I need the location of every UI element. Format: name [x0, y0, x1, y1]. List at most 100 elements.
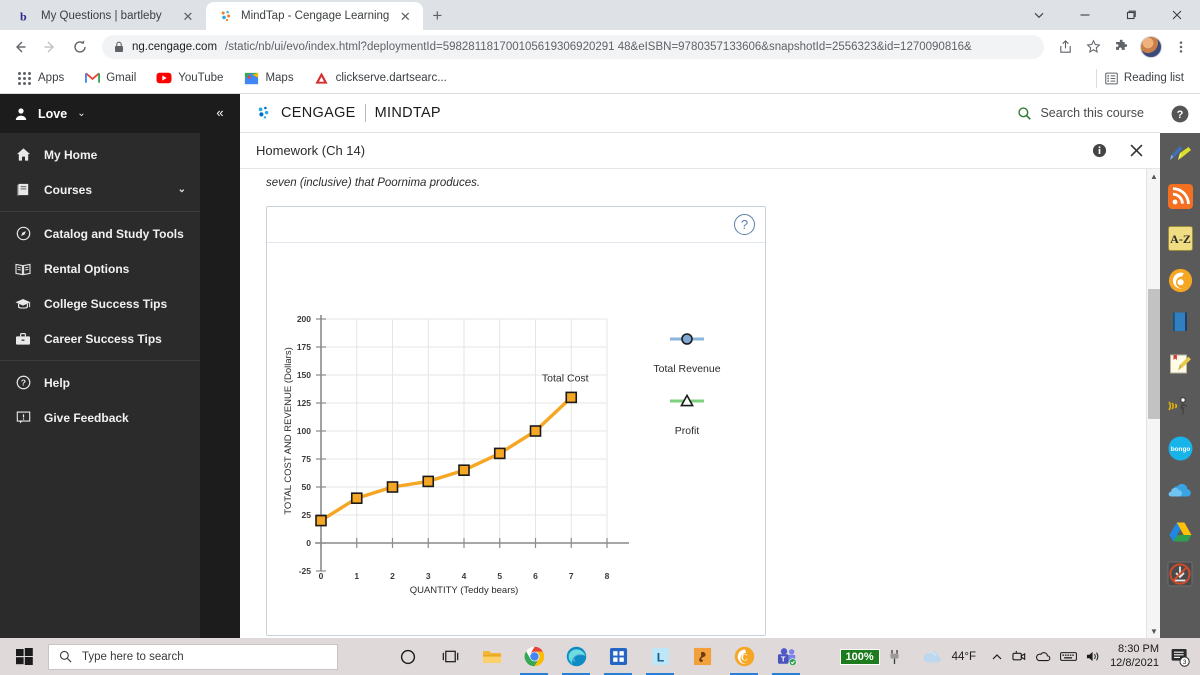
- bookmark-apps[interactable]: Apps: [8, 67, 72, 89]
- help-icon[interactable]: ?: [734, 214, 755, 235]
- bookmark-star-icon[interactable]: [1080, 34, 1106, 60]
- search-input[interactable]: Type here to search: [48, 643, 338, 670]
- bookmark-clickserve[interactable]: clickserve.dartsearc...: [306, 67, 455, 89]
- notepad-pencil-icon[interactable]: [1160, 343, 1200, 385]
- sidebar-item-courses[interactable]: Courses ⌄: [0, 172, 200, 207]
- clock-date: 12/8/2021: [1110, 656, 1159, 669]
- file-explorer-icon[interactable]: [472, 638, 512, 675]
- bookshelf-six-icon[interactable]: [1160, 259, 1200, 301]
- browser-tab-mindtap[interactable]: MindTap - Cengage Learning ✕: [206, 2, 424, 30]
- sidebar-user-menu[interactable]: Love ⌄: [0, 94, 200, 133]
- sidebar-item-my-home[interactable]: My Home: [0, 137, 200, 172]
- svg-text:2: 2: [390, 571, 395, 581]
- keyboard-icon[interactable]: [1060, 651, 1078, 662]
- info-icon[interactable]: [1092, 143, 1107, 158]
- line-chart: -25 0 25 50 75 100 125 150 175 200 0 1 2 3 4 5 6 7 8 QUANTI…: [283, 314, 721, 596]
- onedrive-icon[interactable]: [1035, 651, 1051, 662]
- microsoft-store-icon[interactable]: [598, 638, 638, 675]
- new-tab-button[interactable]: +: [423, 2, 451, 30]
- chevron-up-icon[interactable]: [991, 651, 1003, 663]
- bookmark-gmail[interactable]: Gmail: [76, 67, 144, 89]
- tab-title: MindTap - Cengage Learning: [241, 10, 390, 22]
- sidebar-collapse-button[interactable]: «: [200, 94, 240, 638]
- search-course-button[interactable]: Search this course: [1017, 106, 1144, 121]
- weather-temp[interactable]: 44°F: [952, 651, 976, 663]
- content-scrollbar[interactable]: ▲ ▼: [1146, 169, 1160, 638]
- avatar[interactable]: [1140, 35, 1162, 58]
- bookmark-youtube[interactable]: YouTube: [148, 67, 231, 89]
- svg-text:QUANTITY (Teddy bears): QUANTITY (Teddy bears): [410, 585, 519, 596]
- svg-text:5: 5: [497, 571, 502, 581]
- edge-icon[interactable]: [556, 638, 596, 675]
- notification-center-icon[interactable]: 3: [1168, 645, 1192, 669]
- browser-tab-bartleby[interactable]: b My Questions | bartleby ✕: [6, 2, 206, 30]
- bongo-icon[interactable]: bongo: [1160, 427, 1200, 469]
- cengage-icon[interactable]: C: [724, 638, 764, 675]
- scrollbar-thumb[interactable]: [1148, 289, 1160, 419]
- svg-text:b: b: [20, 10, 27, 24]
- paint-icon[interactable]: [682, 638, 722, 675]
- cortana-icon[interactable]: [388, 638, 428, 675]
- windows-start-icon[interactable]: [2, 638, 46, 675]
- chevron-down-icon[interactable]: [1016, 0, 1062, 30]
- a-z-dictionary-icon[interactable]: A-Z: [1160, 217, 1200, 259]
- chart-panel: ? -25 0 25 50 75 100 125 150 175 200 0 1 2 3 4 5 6 7 8 QUAN…: [266, 206, 766, 636]
- svg-text:Total Cost: Total Cost: [542, 372, 589, 384]
- task-view-icon[interactable]: [430, 638, 470, 675]
- svg-text:75: 75: [302, 454, 312, 464]
- microsoft-teams-icon[interactable]: T: [766, 638, 806, 675]
- svg-text:175: 175: [297, 342, 311, 352]
- close-icon[interactable]: ✕: [397, 10, 413, 23]
- logitech-icon[interactable]: L: [640, 638, 680, 675]
- battery-percent[interactable]: 100%: [839, 648, 880, 665]
- speaker-icon[interactable]: [1086, 650, 1101, 663]
- bookmark-maps[interactable]: Maps: [235, 67, 301, 89]
- reading-list-button[interactable]: Reading list: [1095, 68, 1192, 88]
- search-icon: [1017, 106, 1032, 121]
- chart-panel-toolbar: ?: [267, 207, 765, 243]
- sidebar-item-catalog-and-study-tools[interactable]: Catalog and Study Tools: [0, 216, 200, 251]
- scroll-down-arrow[interactable]: ▼: [1147, 624, 1160, 638]
- svg-text:150: 150: [297, 370, 311, 380]
- chrome-icon[interactable]: [514, 638, 554, 675]
- bookmarks-bar: Apps Gmail YouTube Maps clickserve.darts…: [0, 63, 1200, 94]
- download-blocked-icon[interactable]: [1160, 553, 1200, 595]
- sidebar-item-career-success-tips[interactable]: Career Success Tips: [0, 321, 200, 356]
- pen-highlighter-icon[interactable]: [1160, 133, 1200, 175]
- close-icon[interactable]: [1129, 143, 1144, 158]
- search-placeholder: Type here to search: [82, 650, 184, 663]
- forward-button[interactable]: [36, 33, 64, 61]
- lock-icon: [114, 41, 124, 53]
- maximize-button[interactable]: [1108, 0, 1154, 30]
- share-icon[interactable]: [1052, 34, 1078, 60]
- close-icon[interactable]: ✕: [180, 10, 196, 23]
- bookmark-label: clickserve.dartsearc...: [335, 72, 447, 84]
- search-course-label: Search this course: [1040, 106, 1144, 120]
- clock[interactable]: 8:30 PM 12/8/2021: [1110, 643, 1159, 671]
- book-icon: [14, 182, 32, 197]
- chevron-down-icon: ⌄: [177, 184, 186, 195]
- google-drive-icon[interactable]: [1160, 511, 1200, 553]
- graduation-cap-icon: [14, 297, 32, 311]
- sidebar-item-college-success-tips[interactable]: College Success Tips: [0, 286, 200, 321]
- rail-help-button[interactable]: ?: [1160, 94, 1200, 133]
- onedrive-cloud-icon[interactable]: [1160, 469, 1200, 511]
- system-tray: 100% 44°F 8:30 PM 12/8/2021 3: [839, 643, 1199, 671]
- camera-icon[interactable]: [1012, 650, 1026, 663]
- scroll-up-arrow[interactable]: ▲: [1147, 169, 1160, 183]
- rss-feed-icon[interactable]: [1160, 175, 1200, 217]
- chrome-menu-icon[interactable]: [1168, 34, 1194, 60]
- reload-button[interactable]: [66, 33, 94, 61]
- chevron-down-icon: ⌄: [77, 108, 86, 119]
- back-button[interactable]: [6, 33, 34, 61]
- sidebar-item-rental-options[interactable]: Rental Options: [0, 251, 200, 286]
- minimize-button[interactable]: [1062, 0, 1108, 30]
- sidebar-item-give-feedback[interactable]: Give Feedback: [0, 400, 200, 435]
- ebook-icon[interactable]: [1160, 301, 1200, 343]
- extensions-puzzle-icon[interactable]: [1108, 34, 1134, 60]
- activity-content: seven (inclusive) that Poornima produces…: [240, 169, 1160, 638]
- sidebar-item-help[interactable]: ? Help: [0, 365, 200, 400]
- address-bar[interactable]: ng.cengage.com/static/nb/ui/evo/index.ht…: [102, 34, 1044, 59]
- read-aloud-icon[interactable]: [1160, 385, 1200, 427]
- close-button[interactable]: [1154, 0, 1200, 30]
